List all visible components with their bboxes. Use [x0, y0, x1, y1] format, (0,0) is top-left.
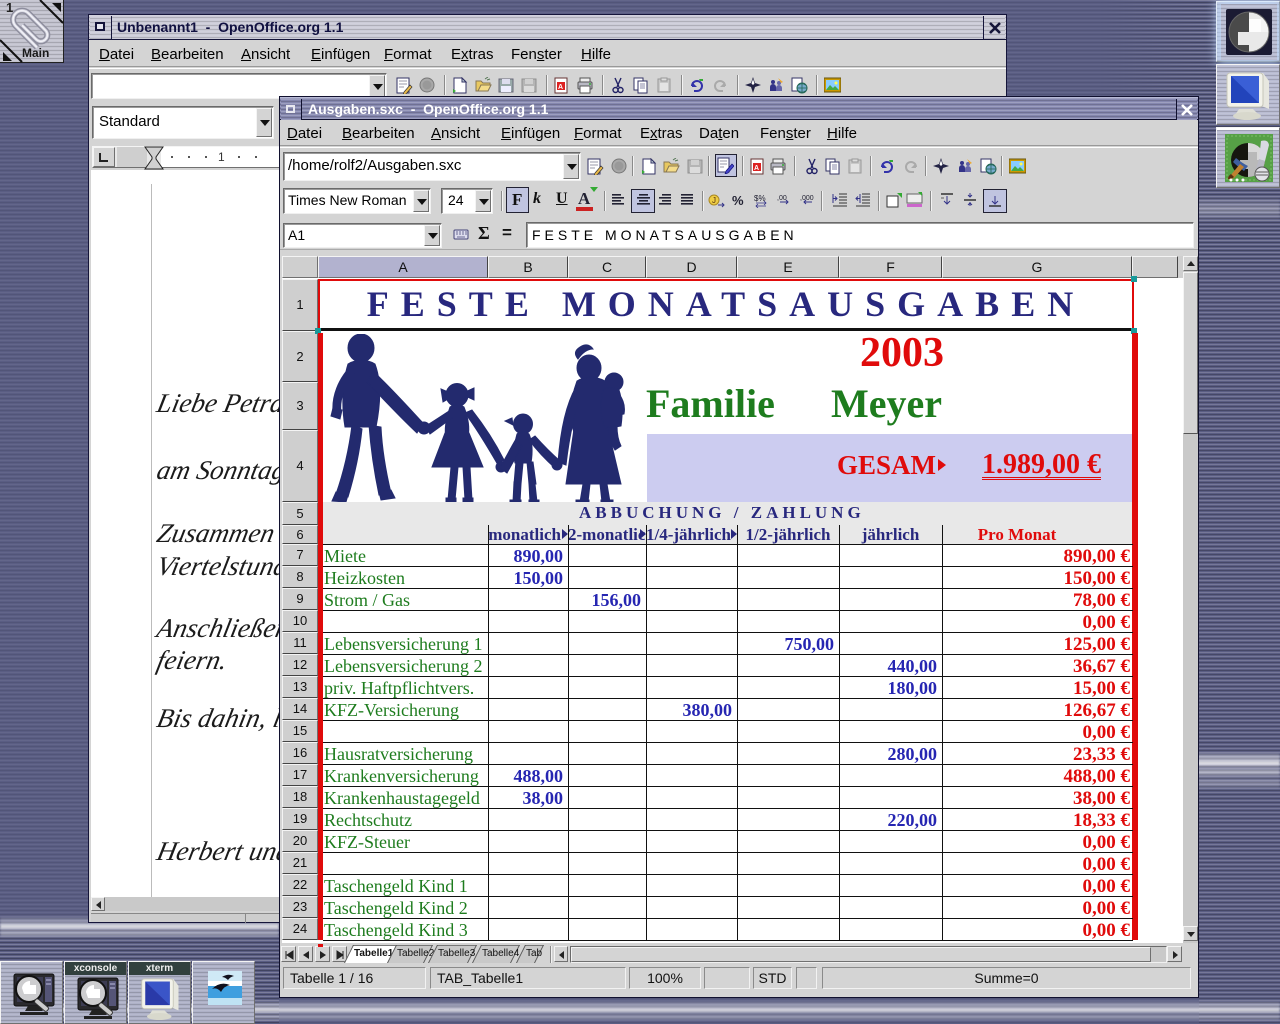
svg-text:A: A: [754, 165, 759, 172]
svg-text:J: J: [712, 196, 716, 205]
svg-text:,000: ,000: [800, 195, 814, 202]
svg-text:%: %: [732, 193, 744, 208]
svg-text:A: A: [558, 84, 563, 91]
svg-text:$%: $%: [754, 194, 766, 203]
svg-text:,00: ,00: [777, 195, 787, 202]
